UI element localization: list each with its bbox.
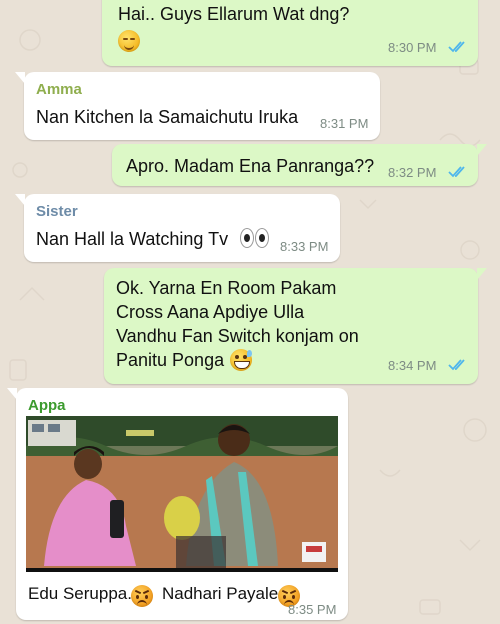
double-check-icon [448, 41, 465, 53]
message-time: 8:34 PM [388, 358, 437, 373]
message-time: 8:30 PM [388, 40, 437, 55]
message-line-1: Ok. Yarna En Room Pakam [116, 278, 337, 298]
message-text: Apro. Madam Ena Panranga?? [126, 156, 375, 176]
message-time: 8:33 PM [280, 239, 329, 254]
message-text: Nan Kitchen la Samaichutu Iruka [36, 107, 299, 127]
message-text: Nan Hall la Watching Tv [36, 229, 229, 249]
incoming-message-appa[interactable]: Appa Edu Seruppa. Nadhari Payale 8:35 PM [7, 388, 348, 620]
grinning-sweat-emoji [230, 349, 252, 371]
message-line-3: Vandhu Fan Switch konjam on [116, 326, 359, 346]
sender-name: Appa [28, 397, 66, 414]
outgoing-message-1[interactable]: Hai.. Guys Ellarum Wat dng? 8:30 PM [102, 0, 478, 66]
caption-text-2: Nadhari Payale [162, 584, 279, 603]
double-check-icon [448, 166, 465, 178]
incoming-message-amma[interactable]: Amma Nan Kitchen la Samaichutu Iruka 8:3… [15, 72, 380, 140]
eyes-emoji [240, 228, 270, 248]
outgoing-message-3[interactable]: Ok. Yarna En Room Pakam Cross Aana Apdiy… [104, 268, 487, 384]
message-text: Hai.. Guys Ellarum Wat dng? [118, 4, 350, 24]
message-time: 8:32 PM [388, 165, 437, 180]
meme-photo[interactable] [26, 416, 338, 572]
message-time: 8:35 PM [288, 602, 337, 617]
sender-name: Sister [36, 203, 78, 220]
relieved-face-emoji [118, 30, 140, 52]
message-time: 8:31 PM [320, 116, 369, 131]
double-check-icon [448, 359, 465, 371]
caption-text-1: Edu Seruppa. [28, 584, 132, 603]
outgoing-message-2[interactable]: Apro. Madam Ena Panranga?? 8:32 PM [112, 144, 487, 186]
sender-name: Amma [36, 81, 82, 98]
incoming-message-sister[interactable]: Sister Nan Hall la Watching Tv 8:33 PM [15, 194, 340, 262]
message-line-2: Cross Aana Apdiye Ulla [116, 302, 305, 322]
message-line-4: Panitu Ponga [116, 350, 225, 370]
angry-face-emoji [131, 585, 153, 607]
